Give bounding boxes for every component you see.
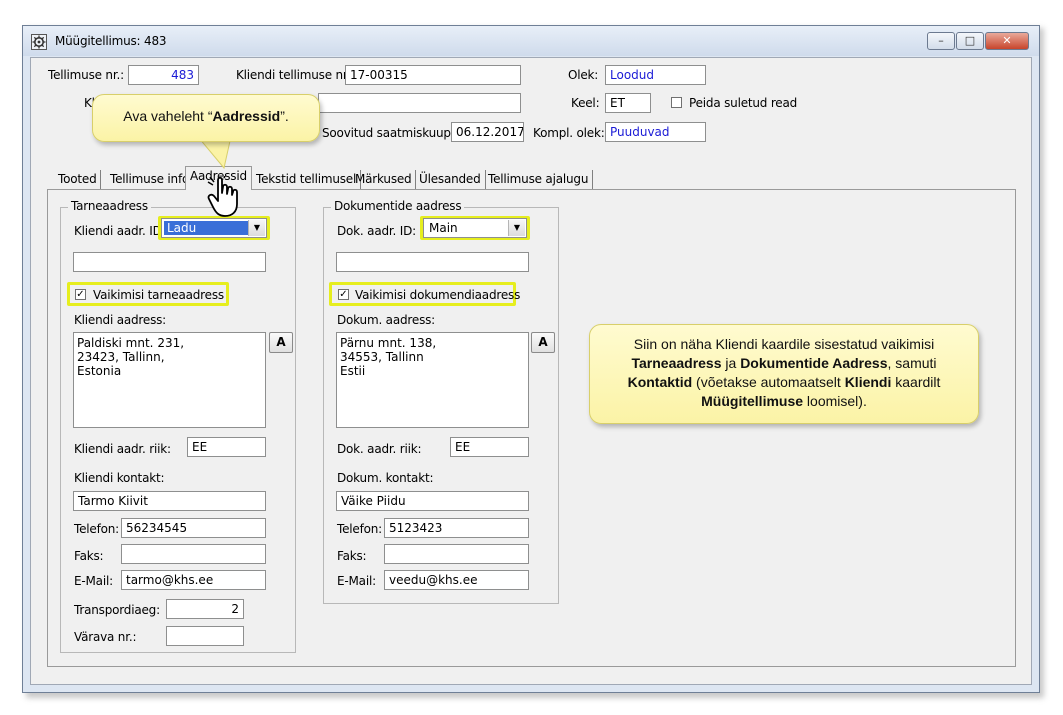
completion-state-label: Kompl. olek: xyxy=(533,126,605,140)
delivery-contact-field[interactable]: Tarmo Kiivit xyxy=(73,491,266,511)
client-order-no-label: Kliendi tellimuse nr.: xyxy=(236,68,355,82)
info-bold-kliendi: Kliendi xyxy=(844,374,892,390)
state-label: Olek: xyxy=(568,68,599,82)
delivery-date-label: Soovitud saatmiskuup.: xyxy=(322,126,459,140)
minimize-icon: – xyxy=(938,34,944,47)
documents-group-title: Dokumentide aadress xyxy=(331,199,465,213)
tab-hint-bold: Aadressid xyxy=(212,108,281,124)
delivery-phone-label: Telefon: xyxy=(74,522,120,536)
info-line-2-end: , samuti xyxy=(887,355,937,371)
info-bold-kontaktid: Kontaktid xyxy=(627,374,693,390)
delivery-contact-label: Kliendi kontakt: xyxy=(74,471,165,485)
info-line-3: Kontaktid (võetakse automaatselt Kliendi… xyxy=(590,373,978,392)
title-bar[interactable]: Müügitellimus: 483 xyxy=(23,26,1039,56)
delivery-addr-id-value: Ladu xyxy=(164,221,250,235)
documents-email-label: E-Mail: xyxy=(337,574,376,588)
order-no-field[interactable]: 483 xyxy=(128,65,199,85)
maximize-icon: □ xyxy=(964,34,976,47)
tab-markused[interactable]: Märkused xyxy=(351,170,417,189)
delivery-extra-field[interactable] xyxy=(73,252,266,272)
client-order-no-field[interactable]: 17-00315 xyxy=(345,65,521,85)
documents-default-checkbox[interactable]: ✓ xyxy=(338,289,349,300)
delivery-country-field[interactable]: EE xyxy=(187,437,266,457)
client-field[interactable] xyxy=(318,93,521,113)
hide-closed-label: Peida suletud read xyxy=(689,96,798,110)
documents-fax-label: Faks: xyxy=(337,549,367,563)
info-line-1: Siin on näha Kliendi kaardile sisestatud… xyxy=(633,336,935,352)
maximize-button[interactable]: □ xyxy=(956,32,984,50)
chevron-down-icon[interactable]: ▼ xyxy=(248,220,265,236)
tab-hint-callout: Ava vaheleht “Aadressid”. xyxy=(92,94,320,142)
info-bold-muugitellimuse: Müügitellimuse xyxy=(701,393,804,409)
info-line-4-end: loomisel). xyxy=(803,393,867,409)
tab-hint-suffix: ”. xyxy=(280,108,289,124)
tab-hint-prefix: Ava vaheleht “ xyxy=(123,108,213,124)
info-bold-tarneaadress: Tarneaadress xyxy=(631,355,722,371)
state-field[interactable]: Loodud xyxy=(605,65,706,85)
delivery-default-label: Vaikimisi tarneaadress xyxy=(93,288,224,302)
info-callout: Siin on näha Kliendi kaardile sisestatud… xyxy=(589,324,979,424)
language-field[interactable]: ET xyxy=(605,93,651,113)
documents-default-label: Vaikimisi dokumendiaadress xyxy=(355,288,521,302)
documents-addr-id-select[interactable]: Main ▼ xyxy=(423,218,527,238)
documents-extra-field[interactable] xyxy=(336,252,529,272)
close-icon: ✕ xyxy=(1002,34,1012,47)
info-line-3-end: kaardilt xyxy=(891,374,941,390)
documents-addr-id-label: Dok. aadr. ID: xyxy=(337,224,416,238)
transport-days-label: Transpordiaeg: xyxy=(74,603,160,617)
documents-phone-field[interactable]: 5123423 xyxy=(384,518,529,538)
info-line-4: Müügitellimuse loomisel). xyxy=(590,392,978,411)
info-line-3-mid: (võetakse automaatselt xyxy=(692,374,845,390)
documents-email-field[interactable]: veedu@khs.ee xyxy=(384,570,529,590)
delivery-phone-field[interactable]: 56234545 xyxy=(121,518,266,538)
documents-fax-field[interactable] xyxy=(384,544,529,564)
documents-country-label: Dok. aadr. riik: xyxy=(337,442,422,456)
delivery-email-label: E-Mail: xyxy=(74,574,113,588)
info-line-2: Tarneaadress ja Dokumentide Aadress, sam… xyxy=(590,354,978,373)
app-gear-icon xyxy=(31,34,47,50)
tab-hint-text: Ava vaheleht “Aadressid”. xyxy=(93,108,319,124)
chevron-down-icon[interactable]: ▼ xyxy=(508,220,525,236)
completion-state-field[interactable]: Puuduvad xyxy=(605,122,706,142)
info-line-2-mid: ja xyxy=(721,355,741,371)
delivery-addr-id-label: Kliendi aadr. ID: xyxy=(74,224,166,238)
gate-label: Värava nr.: xyxy=(74,630,137,644)
close-button[interactable]: ✕ xyxy=(985,32,1029,50)
documents-contact-label: Dokum. kontakt: xyxy=(337,471,434,485)
delivery-address-label: Kliendi aadress: xyxy=(74,313,167,327)
delivery-fax-field[interactable] xyxy=(121,544,266,564)
documents-address-button[interactable]: A xyxy=(531,332,555,353)
delivery-addr-id-select[interactable]: Ladu ▼ xyxy=(161,218,267,238)
hand-cursor-icon xyxy=(207,176,238,217)
delivery-group-title: Tarneaadress xyxy=(68,199,151,213)
documents-addr-id-value: Main xyxy=(429,221,458,235)
delivery-country-label: Kliendi aadr. riik: xyxy=(74,442,171,456)
tab-tellimuse-ajalugu[interactable]: Tellimuse ajalugu xyxy=(484,170,594,189)
info-callout-text: Siin on näha Kliendi kaardile sisestatud… xyxy=(590,335,978,411)
delivery-default-checkbox[interactable]: ✓ xyxy=(75,289,86,300)
delivery-fax-label: Faks: xyxy=(74,549,104,563)
transport-days-field[interactable]: 2 xyxy=(166,599,244,619)
delivery-address-button[interactable]: A xyxy=(269,332,293,353)
delivery-address-memo[interactable]: Paldiski mnt. 231, 23423, Tallinn, Eston… xyxy=(73,332,266,428)
documents-country-field[interactable]: EE xyxy=(450,437,529,457)
delivery-date-field[interactable]: 06.12.2017 xyxy=(451,122,524,142)
minimize-button[interactable]: – xyxy=(927,32,955,50)
documents-address-label: Dokum. aadress: xyxy=(337,313,436,327)
hide-closed-checkbox[interactable] xyxy=(671,97,682,108)
info-bold-dokumentide: Dokumentide Aadress xyxy=(740,355,888,371)
documents-phone-label: Telefon: xyxy=(337,522,383,536)
language-label: Keel: xyxy=(571,96,600,110)
tab-ulesanded[interactable]: Ülesanded xyxy=(415,170,486,189)
window-title: Müügitellimus: 483 xyxy=(55,34,167,48)
tab-tekstid-tellimusel[interactable]: Tekstid tellimusel xyxy=(252,170,362,189)
documents-address-memo[interactable]: Pärnu mnt. 138, 34553, Tallinn Estii xyxy=(336,332,529,428)
delivery-email-field[interactable]: tarmo@khs.ee xyxy=(121,570,266,590)
tab-tooted[interactable]: Tooted xyxy=(54,170,102,189)
tab-tellimuse-info[interactable]: Tellimuse info xyxy=(106,170,195,189)
documents-contact-field[interactable]: Väike Piidu xyxy=(336,491,529,511)
order-no-label: Tellimuse nr.: xyxy=(48,68,124,82)
gate-field[interactable] xyxy=(166,626,244,646)
